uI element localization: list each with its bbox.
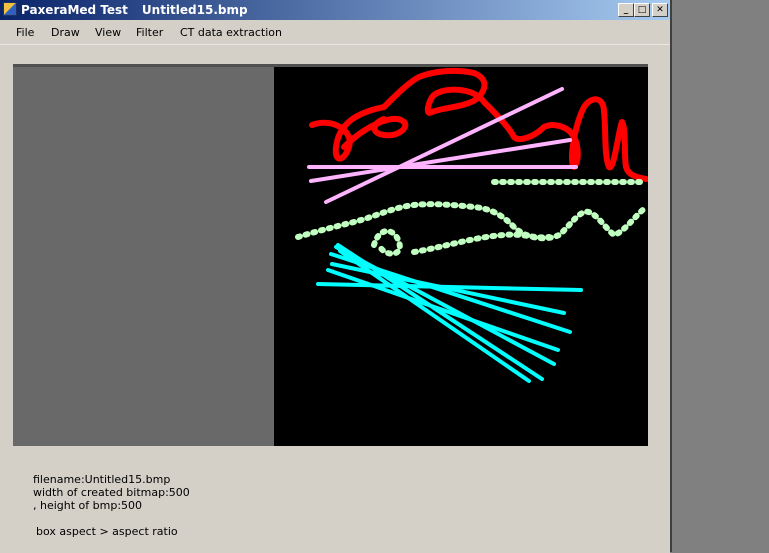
- menu-ct-data-extraction[interactable]: CT data extraction: [180, 26, 282, 39]
- title-bar[interactable]: PaxeraMed Test Untitled15.bmp _ □ ✕: [0, 0, 670, 20]
- lightgreen-dotted-stroke: [295, 179, 649, 257]
- filename-text: filename:Untitled15.bmp: [33, 473, 171, 486]
- cyan-line-fan: [316, 243, 583, 383]
- menu-filter[interactable]: Filter: [136, 26, 163, 39]
- menu-view[interactable]: View: [95, 26, 121, 39]
- window-title: PaxeraMed Test Untitled15.bmp: [21, 3, 248, 17]
- red-freehand-stroke: [309, 67, 649, 182]
- bitmap-height-text: , height of bmp:500: [33, 499, 143, 512]
- image-info: filename:Untitled15.bmp width of created…: [33, 473, 190, 538]
- aspect-text: box aspect > aspect ratio: [36, 525, 178, 538]
- menu-bar: File Draw View Filter CT data extraction: [0, 20, 670, 44]
- maximize-button[interactable]: □: [634, 3, 650, 17]
- bitmap-width-text: width of created bitmap:500: [33, 486, 190, 499]
- app-title: PaxeraMed Test: [21, 3, 128, 17]
- menu-file[interactable]: File: [16, 26, 34, 39]
- main-window: PaxeraMed Test Untitled15.bmp _ □ ✕ File …: [0, 0, 672, 553]
- drawing-surface: [295, 67, 649, 383]
- app-icon[interactable]: [3, 2, 17, 16]
- close-button[interactable]: ✕: [652, 3, 668, 17]
- menu-draw[interactable]: Draw: [51, 26, 80, 39]
- minimize-button[interactable]: _: [618, 3, 634, 17]
- bitmap-canvas[interactable]: [274, 67, 649, 446]
- document-title: Untitled15.bmp: [141, 3, 248, 17]
